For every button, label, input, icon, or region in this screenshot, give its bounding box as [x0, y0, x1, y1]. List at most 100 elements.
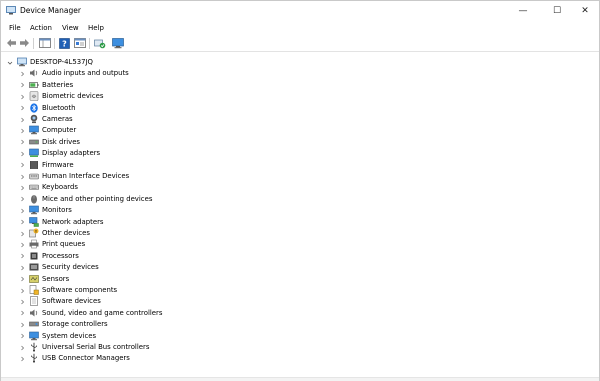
tree-item-label: Sensors: [42, 274, 70, 283]
tree-item[interactable]: Biometric devices: [1, 91, 599, 102]
tree-item[interactable]: ! Other devices: [1, 228, 599, 239]
tree-item[interactable]: Print queues: [1, 239, 599, 250]
printer-icon: [29, 239, 39, 249]
expand-chevron-icon[interactable]: [18, 91, 26, 102]
tree-root-row[interactable]: DESKTOP-4L537JQ: [1, 57, 599, 68]
expand-chevron-icon[interactable]: [18, 194, 26, 205]
tree-item[interactable]: Security devices: [1, 262, 599, 273]
expand-chevron-icon[interactable]: [18, 251, 26, 262]
tree-item-label: Disk drives: [42, 137, 81, 146]
menu-file[interactable]: File: [7, 23, 23, 34]
menu-help[interactable]: Help: [86, 23, 106, 34]
expand-chevron-icon[interactable]: [18, 114, 26, 125]
close-button[interactable]: ✕: [569, 1, 600, 21]
tree-item-label: Mice and other pointing devices: [42, 194, 153, 203]
tree-item[interactable]: Cameras: [1, 114, 599, 125]
tree-item[interactable]: Disk drives: [1, 137, 599, 148]
tree-item[interactable]: Human Interface Devices: [1, 171, 599, 182]
software-device-icon: [29, 296, 39, 307]
toolbar: ?: [1, 35, 599, 52]
tree-item[interactable]: Sound, video and game controllers: [1, 308, 599, 319]
tree-item[interactable]: Sensors: [1, 274, 599, 285]
expand-chevron-icon[interactable]: [18, 308, 26, 319]
menu-action[interactable]: Action: [28, 23, 54, 34]
tree-item-label: Storage controllers: [42, 320, 108, 329]
computer-icon: [29, 125, 39, 135]
tree-item-label: Keyboards: [42, 183, 78, 192]
show-hide-console-tree-button[interactable]: [38, 37, 51, 49]
tree-item[interactable]: System devices: [1, 331, 599, 342]
menu-view[interactable]: View: [60, 23, 81, 34]
expand-chevron-icon[interactable]: [18, 296, 26, 307]
expand-chevron-icon[interactable]: [18, 80, 26, 91]
properties-button[interactable]: [73, 37, 86, 49]
tree-item-label: Processors: [42, 251, 79, 260]
tree-item-label: Security devices: [42, 263, 99, 272]
tree-item[interactable]: Monitors: [1, 205, 599, 216]
scan-hardware-changes-button[interactable]: [93, 37, 106, 49]
expand-chevron-icon[interactable]: [18, 205, 26, 216]
expand-chevron-icon[interactable]: [18, 182, 26, 193]
properties-icon: [73, 38, 86, 48]
expand-chevron-icon[interactable]: [18, 125, 26, 136]
tree-item[interactable]: Software components: [1, 285, 599, 296]
tree-item[interactable]: Batteries: [1, 80, 599, 91]
title-bar[interactable]: Device Manager — ☐ ✕: [1, 1, 599, 21]
expand-chevron-icon[interactable]: [18, 319, 26, 330]
maximize-icon: ☐: [552, 6, 562, 16]
tree-item[interactable]: Network adapters: [1, 216, 599, 228]
forward-button[interactable]: [18, 37, 31, 49]
tree-item[interactable]: Bluetooth: [1, 102, 599, 114]
tree-item[interactable]: USB Connector Managers: [1, 353, 599, 364]
expand-chevron-icon[interactable]: [18, 148, 26, 159]
back-button[interactable]: [5, 37, 18, 49]
toolbar-separator: [54, 38, 55, 49]
status-bar: [1, 377, 599, 381]
minimize-button[interactable]: —: [507, 1, 539, 21]
expand-chevron-icon[interactable]: [18, 262, 26, 273]
tree-item[interactable]: Mice and other pointing devices: [1, 194, 599, 205]
camera-icon: [29, 114, 39, 124]
tree-item[interactable]: Universal Serial Bus controllers: [1, 342, 599, 353]
toolbar-separator: [89, 38, 90, 49]
collapse-chevron-icon[interactable]: [6, 57, 14, 68]
speaker-icon: [29, 68, 39, 78]
tree-item-label: Batteries: [42, 80, 74, 89]
tree-item[interactable]: Computer: [1, 125, 599, 136]
tree-item[interactable]: Processors: [1, 251, 599, 262]
expand-chevron-icon[interactable]: [18, 331, 26, 342]
tree-item[interactable]: Keyboards: [1, 182, 599, 193]
tree-item-label: Audio inputs and outputs: [42, 69, 129, 78]
expand-chevron-icon[interactable]: [18, 103, 26, 114]
tree-item[interactable]: Display adapters: [1, 148, 599, 159]
tree-item[interactable]: Storage controllers: [1, 319, 599, 330]
expand-chevron-icon[interactable]: [18, 160, 26, 171]
expand-chevron-icon[interactable]: [18, 137, 26, 148]
bluetooth-icon: [29, 102, 39, 113]
expand-chevron-icon[interactable]: [18, 239, 26, 250]
usb-controller-icon: [29, 342, 39, 352]
tree-item-label: Bluetooth: [42, 103, 76, 112]
window-title: Device Manager: [20, 6, 81, 15]
computer-name: DESKTOP-4L537JQ: [30, 58, 93, 66]
expand-chevron-icon[interactable]: [18, 68, 26, 79]
tree-item[interactable]: Software devices: [1, 296, 599, 307]
update-driver-button[interactable]: [111, 37, 124, 49]
monitor-icon: [29, 205, 39, 215]
expand-chevron-icon[interactable]: [18, 274, 26, 285]
expand-chevron-icon[interactable]: [18, 342, 26, 353]
tree-item-label: System devices: [42, 331, 97, 340]
expand-chevron-icon[interactable]: [18, 171, 26, 182]
tree-item[interactable]: Firmware: [1, 160, 599, 171]
expand-chevron-icon[interactable]: [18, 217, 26, 228]
tree-item[interactable]: Audio inputs and outputs: [1, 68, 599, 79]
help-button[interactable]: ?: [58, 37, 71, 49]
expand-chevron-icon[interactable]: [18, 285, 26, 296]
firmware-icon: [29, 160, 39, 170]
tree-item-label: Network adapters: [42, 217, 104, 226]
expand-chevron-icon[interactable]: [18, 228, 26, 239]
device-tree: DESKTOP-4L537JQ Audio inputs and outputs…: [1, 53, 599, 379]
device-manager-window: Device Manager — ☐ ✕ File Action View He…: [0, 0, 600, 381]
display-adapter-icon: [29, 148, 39, 158]
expand-chevron-icon[interactable]: [18, 353, 26, 364]
